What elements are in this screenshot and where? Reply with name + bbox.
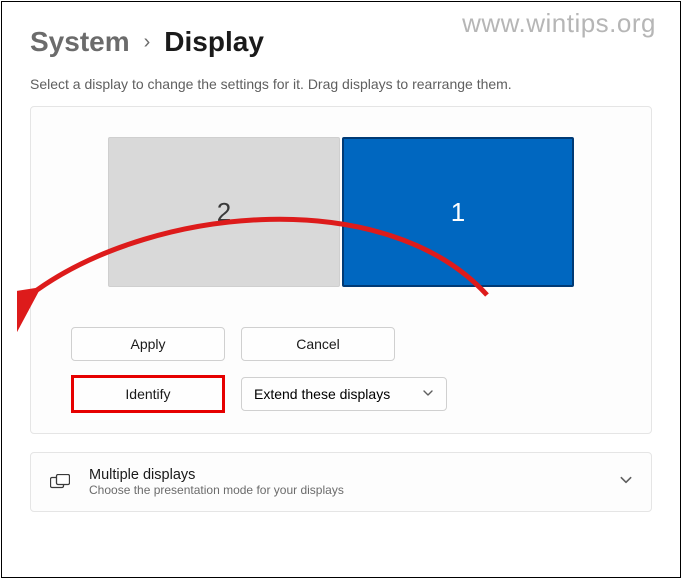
breadcrumb-parent[interactable]: System (30, 26, 130, 58)
display-mode-select[interactable]: Extend these displays (241, 377, 447, 411)
multiple-displays-icon (49, 474, 71, 490)
chevron-down-icon (619, 473, 633, 492)
breadcrumb-current: Display (164, 26, 264, 58)
chevron-right-icon: › (144, 31, 151, 54)
identify-button[interactable]: Identify (71, 375, 225, 413)
multiple-displays-title: Multiple displays (89, 467, 601, 483)
monitor-arrangement[interactable]: 2 1 (51, 137, 631, 287)
display-monitor-2[interactable]: 2 (108, 137, 340, 287)
chevron-down-icon (422, 386, 434, 402)
multiple-displays-expander[interactable]: Multiple displays Choose the presentatio… (30, 452, 652, 512)
multiple-displays-subtitle: Choose the presentation mode for your di… (89, 483, 601, 497)
display-mode-selected: Extend these displays (254, 386, 390, 402)
cancel-button[interactable]: Cancel (241, 327, 395, 361)
display-arrangement-panel: 2 1 Apply Cancel Identify Extend these d… (30, 106, 652, 434)
watermark-text: www.wintips.org (462, 8, 656, 39)
apply-button[interactable]: Apply (71, 327, 225, 361)
instruction-text: Select a display to change the settings … (30, 76, 652, 92)
display-monitor-1[interactable]: 1 (342, 137, 574, 287)
